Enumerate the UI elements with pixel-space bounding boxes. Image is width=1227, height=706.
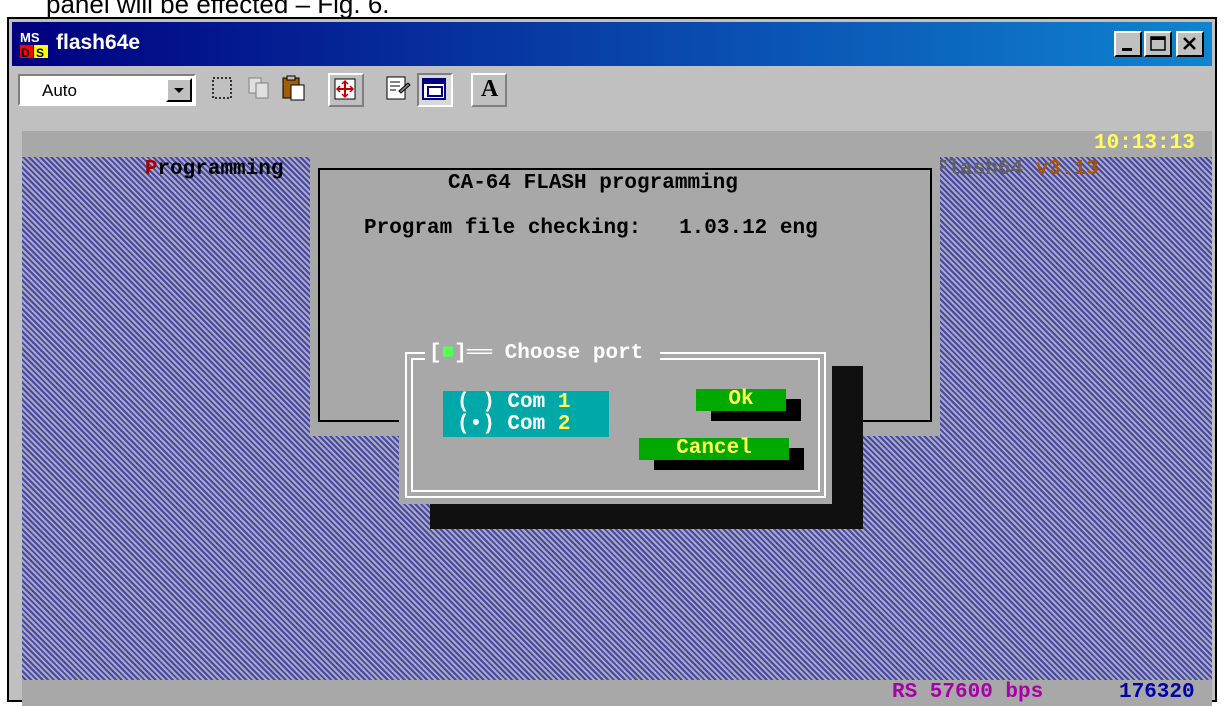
port-radio-group: ( ) Com 1 (•) Com 2 bbox=[443, 391, 609, 437]
menu-programming[interactable]: Programming bbox=[44, 131, 284, 209]
radio-marker: (•) bbox=[457, 413, 495, 436]
dialog-title: Choose port bbox=[504, 342, 644, 365]
app-name: Flash64 bbox=[934, 158, 1036, 181]
svg-text:MS: MS bbox=[20, 30, 40, 45]
properties-icon bbox=[386, 76, 411, 100]
menu-label: rogramming bbox=[157, 158, 284, 181]
dialog-title-bar: [■]══ Choose port bbox=[425, 342, 660, 365]
paste-icon bbox=[282, 75, 305, 101]
mark-icon bbox=[212, 77, 232, 99]
font-button[interactable]: A bbox=[471, 73, 507, 107]
svg-text:S: S bbox=[36, 46, 44, 60]
file-check-value: 1.03.12 eng bbox=[679, 217, 818, 240]
dialog-title-rule: ══ bbox=[466, 342, 493, 365]
font-size-select[interactable]: Auto bbox=[18, 74, 196, 106]
ok-button[interactable]: Ok bbox=[696, 389, 786, 411]
radio-marker: ( ) bbox=[457, 391, 495, 414]
file-check-label: Program file checking: bbox=[364, 217, 642, 240]
close-icon bbox=[1183, 37, 1196, 50]
background-icon bbox=[422, 78, 446, 100]
svg-text:D: D bbox=[21, 46, 30, 60]
radio-number: 1 bbox=[557, 391, 571, 414]
radio-com2[interactable]: (•) Com 2 bbox=[457, 414, 570, 436]
panel-title: CA-64 FLASH programming bbox=[438, 172, 748, 195]
maximize-icon bbox=[1150, 36, 1166, 51]
copy-icon bbox=[248, 77, 269, 99]
copy-button[interactable] bbox=[243, 73, 279, 107]
baud-rate-status: RS 57600 bps bbox=[892, 681, 1044, 704]
close-button[interactable] bbox=[1176, 31, 1204, 57]
radio-com1[interactable]: ( ) Com 1 bbox=[457, 392, 570, 414]
background-button[interactable] bbox=[417, 73, 453, 107]
dialog-close-bracket-right: ] bbox=[454, 342, 467, 365]
menu-hotkey: P bbox=[144, 158, 158, 181]
version-number: v3.13 bbox=[1035, 158, 1099, 181]
font-size-dropdown-button[interactable] bbox=[166, 78, 192, 102]
radio-label: Com bbox=[507, 413, 558, 436]
file-check-line: Program file checking: 1.03.12 eng bbox=[364, 217, 818, 240]
minimize-icon bbox=[1122, 48, 1132, 51]
choose-port-dialog: [■]══ Choose port ( ) Com 1 (•) Com 2 Ok… bbox=[399, 341, 832, 504]
msdos-window: MS D S flash64e Auto A Programming Flash… bbox=[7, 17, 1217, 706]
chevron-down-icon bbox=[174, 88, 184, 93]
window-title: flash64e bbox=[56, 31, 141, 54]
clock: 10:13:13 bbox=[1094, 132, 1195, 155]
radio-number: 2 bbox=[557, 413, 571, 436]
font-icon: A bbox=[481, 76, 499, 102]
toolbar: Auto A bbox=[12, 67, 1212, 113]
maximize-button[interactable] bbox=[1144, 31, 1172, 57]
mark-button[interactable] bbox=[206, 73, 242, 107]
radio-label: Com bbox=[507, 391, 558, 414]
cancel-button[interactable]: Cancel bbox=[639, 438, 789, 460]
dialog-close-bracket-left: [ bbox=[429, 342, 442, 365]
dialog-close-icon[interactable]: ■ bbox=[442, 342, 455, 365]
title-bar[interactable]: MS D S flash64e bbox=[12, 22, 1212, 66]
transfer-counter: 176320 bbox=[1119, 681, 1195, 704]
full-screen-icon bbox=[334, 78, 356, 100]
full-screen-button[interactable] bbox=[328, 73, 364, 107]
font-size-value: Auto bbox=[42, 81, 77, 100]
ms-dos-icon: MS D S bbox=[18, 28, 50, 60]
status-bar: RS 57600 bps 176320 bbox=[22, 680, 1212, 706]
dos-console: Programming Flash64 v3.13 10:13:13 CA-64… bbox=[22, 131, 1212, 706]
paste-button[interactable] bbox=[278, 73, 314, 107]
minimize-button[interactable] bbox=[1114, 31, 1142, 57]
properties-button[interactable] bbox=[382, 73, 418, 107]
